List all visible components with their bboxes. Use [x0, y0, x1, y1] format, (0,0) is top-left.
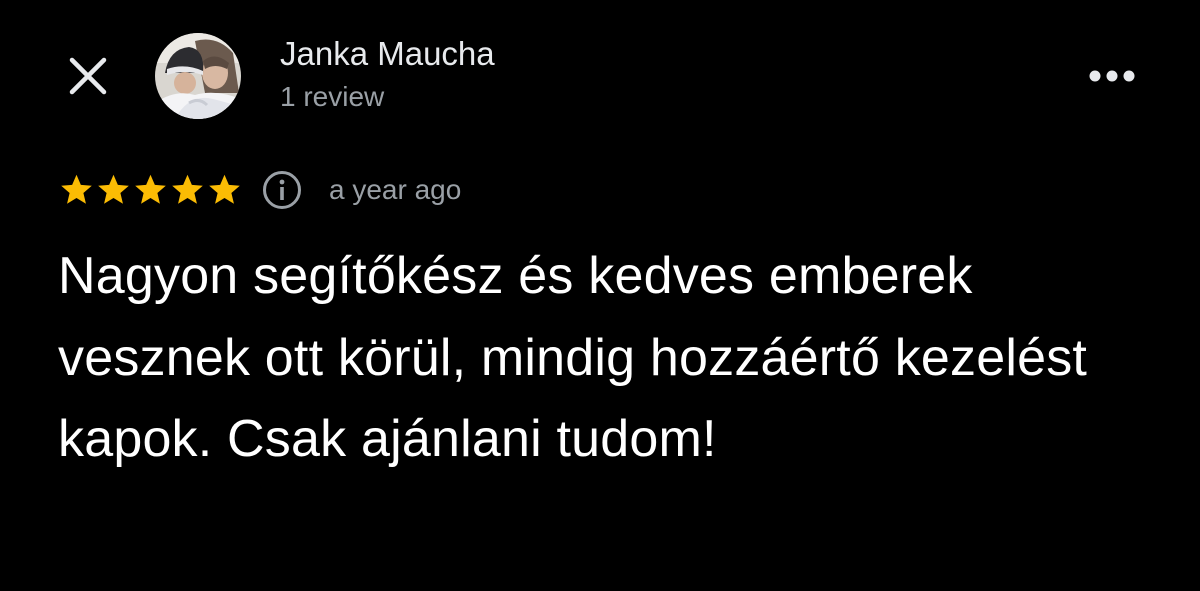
more-horizontal-icon	[1089, 70, 1135, 82]
close-button[interactable]	[60, 48, 116, 104]
author-info: Janka Maucha 1 review	[280, 34, 495, 114]
avatar-photo	[155, 33, 241, 119]
review-count: 1 review	[280, 81, 385, 112]
star-filled-icon	[172, 174, 203, 204]
review-time: a year ago	[329, 174, 462, 205]
info-button[interactable]	[261, 169, 303, 211]
star-filled-icon	[61, 174, 92, 204]
info-icon	[263, 171, 301, 209]
star-rating	[58, 172, 243, 208]
rating-row: a year ago	[58, 168, 461, 212]
star-filled-icon	[98, 174, 129, 204]
more-options-button[interactable]	[1084, 56, 1140, 96]
star-filled-icon	[209, 174, 240, 204]
review-text: Nagyon segítőkész és kedves emberek vesz…	[58, 247, 1088, 468]
star-filled-icon	[135, 174, 166, 204]
author-name[interactable]: Janka Maucha	[280, 34, 495, 74]
close-icon	[69, 57, 107, 95]
avatar[interactable]	[155, 33, 241, 119]
